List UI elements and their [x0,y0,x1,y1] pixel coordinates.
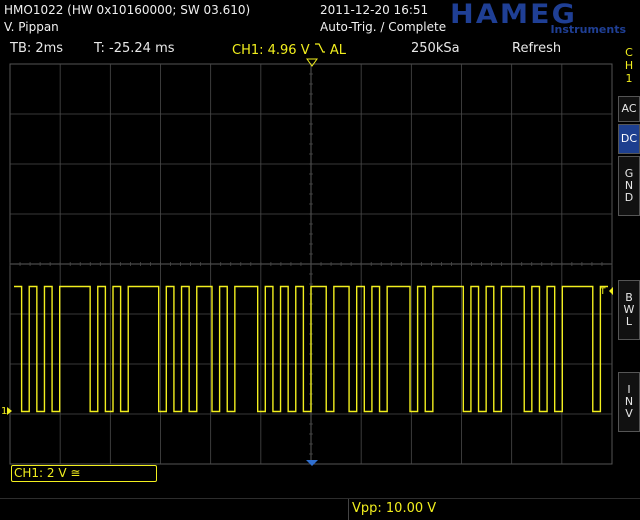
trigger-level-label: T [599,287,606,297]
trigger-time-readout[interactable]: T: -25.24 ms [94,42,175,56]
sample-rate-readout: 250kSa [411,41,460,56]
user-name-label: V. Pippan [4,20,59,34]
status-bar: TB: 2ms T: -25.24 ms CH1: 4.96 V AL 250k… [0,40,612,58]
dc-coupling-button[interactable]: DC [618,124,640,154]
acquisition-refresh-readout[interactable]: Refresh [512,42,561,56]
timebase-readout[interactable]: TB: 2ms [10,42,63,56]
gnd-coupling-button[interactable]: G N D [618,156,640,216]
datetime-label: 2011-12-20 16:51 [320,3,429,17]
acquisition-mode-label: Auto-Trig. / Complete [320,20,447,34]
side-menu: C H 1 AC DC G N D B W L I N V [618,46,640,470]
falling-edge-icon [314,43,330,58]
waveform-display[interactable]: 1 T [0,58,640,470]
ch1-ground-label: 1 [1,406,7,417]
ch1-trigger-level: CH1: 4.96 V [232,43,310,58]
channel-indicator: C H 1 [624,46,634,85]
trigger-coupling-label: AL [329,43,347,58]
vpp-measurement: Vpp: 10.00 V [348,499,640,520]
ch1-trigger-readout[interactable]: CH1: 4.96 V AL [232,42,346,58]
device-model-label: HMO1022 (HW 0x10160000; SW 03.610) [4,3,251,17]
hameg-logo: HAMEG Instruments [450,0,630,36]
invert-button[interactable]: I N V [618,372,640,432]
bwl-button[interactable]: B W L [618,280,640,340]
hameg-brand-subtitle: Instruments [550,23,626,36]
ch1-vdiv-readout[interactable]: CH1: 2 V ≅ [11,465,157,482]
ac-coupling-button[interactable]: AC [618,96,640,122]
